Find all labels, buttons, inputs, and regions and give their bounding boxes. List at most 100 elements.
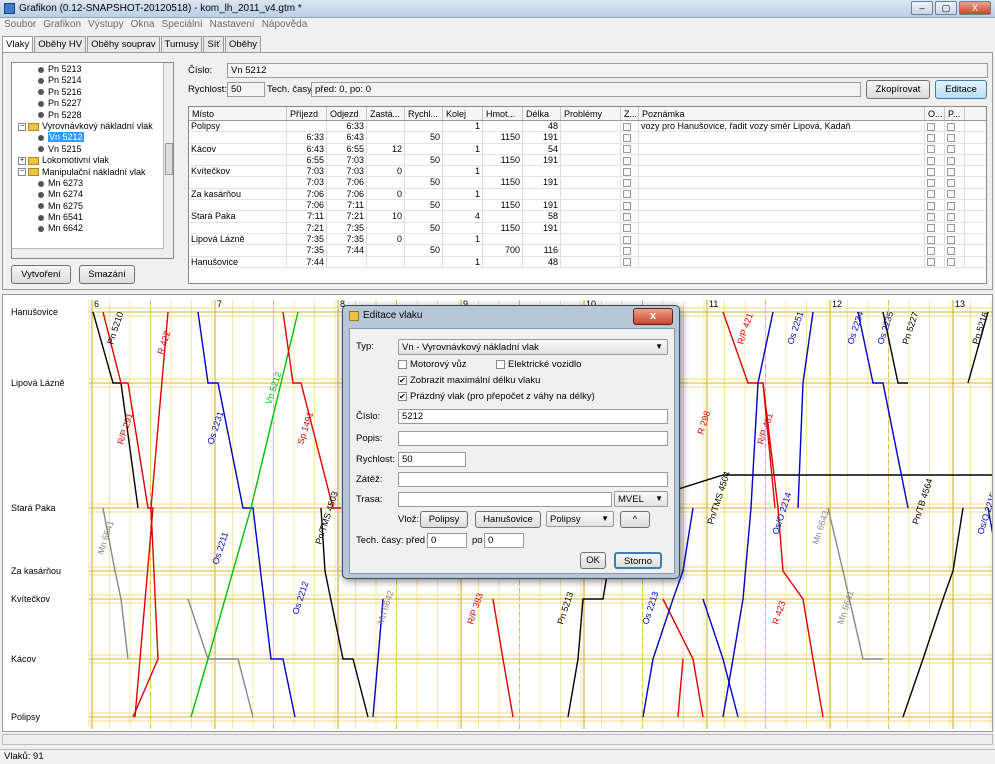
before-field[interactable]: 0 [427,533,467,548]
table-row[interactable]: Stará Paka 7:11 7:21 10 4 58 [189,211,986,223]
motor-checkbox[interactable]: Motorový vůz [398,359,467,370]
table-cell[interactable]: 1 [443,233,483,245]
cancel-button[interactable]: Storno [614,552,662,569]
table-cell[interactable] [621,121,639,132]
table-cell[interactable]: 50 [405,222,443,233]
table-cell[interactable]: 7:21 [327,211,367,222]
column-header[interactable]: Zastá... [367,107,405,120]
desc-field[interactable] [398,431,668,446]
table-cell[interactable]: 1 [443,256,483,267]
table-cell[interactable]: 1150 [483,200,523,211]
table-cell[interactable] [561,233,621,245]
table-cell[interactable] [443,177,483,188]
number-field[interactable]: Vn 5212 [227,63,988,78]
tree-item[interactable]: + Lokomotivní vlak [14,155,162,166]
table-cell[interactable]: 48 [523,121,561,132]
table-cell[interactable] [561,154,621,166]
checkbox-icon[interactable] [623,235,631,244]
expand-icon[interactable]: − [18,168,26,177]
table-cell[interactable] [367,154,405,166]
table-cell[interactable]: 116 [523,245,561,256]
column-header[interactable]: P... [945,107,965,120]
table-cell[interactable] [945,256,965,267]
table-cell[interactable]: 700 [483,245,523,256]
column-header[interactable]: Odjezd [327,107,367,120]
table-cell[interactable]: 1150 [483,154,523,166]
table-cell[interactable] [561,121,621,132]
checkbox-icon[interactable] [927,190,935,199]
type-select[interactable]: Vn - Vyrovnávkový nákladní vlak ▼ [398,339,668,355]
table-cell[interactable] [561,222,621,233]
table-cell[interactable] [367,200,405,211]
copy-button[interactable]: Zkopírovat [866,80,930,99]
table-cell[interactable]: 50 [405,200,443,211]
table-cell[interactable]: 7:03 [287,177,327,188]
table-cell[interactable]: 191 [523,222,561,233]
checkbox-icon[interactable] [947,179,955,188]
table-cell[interactable] [405,256,443,267]
tab-obehy-souprav[interactable]: Oběhy souprav [87,36,160,52]
checkbox-icon[interactable] [623,179,631,188]
table-cell[interactable] [639,132,925,143]
table-cell[interactable]: 7:35 [327,233,367,245]
table-cell[interactable]: 54 [523,143,561,154]
table-cell[interactable] [443,222,483,233]
checkbox-icon[interactable] [947,145,955,154]
create-button[interactable]: Vytvoření [11,265,71,284]
table-row[interactable]: 7:03 7:06 50 1150 191 [189,177,986,189]
table-cell[interactable] [945,143,965,154]
ok-button[interactable]: OK [580,552,606,569]
table-cell[interactable]: 191 [523,132,561,143]
table-cell[interactable] [367,222,405,233]
checkbox-icon[interactable] [623,133,631,142]
table-cell[interactable] [945,132,965,143]
close-button[interactable]: X [959,1,991,15]
table-cell[interactable] [945,121,965,132]
checkbox-icon[interactable] [947,156,955,165]
table-cell[interactable] [621,188,639,200]
table-cell[interactable] [367,256,405,267]
table-cell[interactable] [189,222,287,233]
checkbox-icon[interactable] [947,133,955,142]
table-cell[interactable] [483,166,523,177]
table-cell[interactable]: 191 [523,200,561,211]
table-cell[interactable] [405,188,443,200]
table-cell[interactable]: 6:43 [327,132,367,143]
table-cell[interactable] [621,177,639,188]
table-cell[interactable]: 191 [523,177,561,188]
checkbox-icon[interactable] [927,133,935,142]
column-header[interactable]: Délka [523,107,561,120]
expand-icon[interactable]: + [18,156,26,165]
tree-vscroll[interactable] [163,63,173,258]
tree-item[interactable]: Pn 5213 [14,64,162,75]
table-cell[interactable]: 1 [443,143,483,154]
menu-napoveda[interactable]: Nápověda [262,18,308,32]
column-header[interactable]: O... [925,107,945,120]
table-cell[interactable]: 1150 [483,132,523,143]
checkbox-icon[interactable] [623,167,631,176]
table-cell[interactable]: Kácov [189,143,287,154]
table-cell[interactable] [945,233,965,245]
speed-field[interactable]: 50 [227,82,265,97]
table-cell[interactable] [639,211,925,222]
table-cell[interactable]: 0 [367,166,405,177]
tree-hscroll[interactable] [12,248,164,258]
checkbox-icon[interactable] [623,213,631,221]
table-cell[interactable] [621,222,639,233]
table-cell[interactable] [925,166,945,177]
table-cell[interactable] [561,211,621,222]
table-cell[interactable] [443,154,483,166]
table-cell[interactable] [405,143,443,154]
table-cell[interactable] [621,132,639,143]
table-cell[interactable] [561,132,621,143]
table-cell[interactable]: Stará Paka [189,211,287,222]
table-cell[interactable]: Za kasárňou [189,188,287,200]
table-cell[interactable] [561,188,621,200]
expand-icon[interactable]: − [18,122,26,131]
table-row[interactable]: Lipová Lázně 7:35 7:35 0 1 [189,233,986,246]
table-cell[interactable]: 1150 [483,222,523,233]
tree-item[interactable]: Pn 5214 [14,75,162,86]
column-header[interactable]: Rychl... [405,107,443,120]
tree-item[interactable]: Mn 6541 [14,212,162,223]
table-cell[interactable]: 4 [443,211,483,222]
